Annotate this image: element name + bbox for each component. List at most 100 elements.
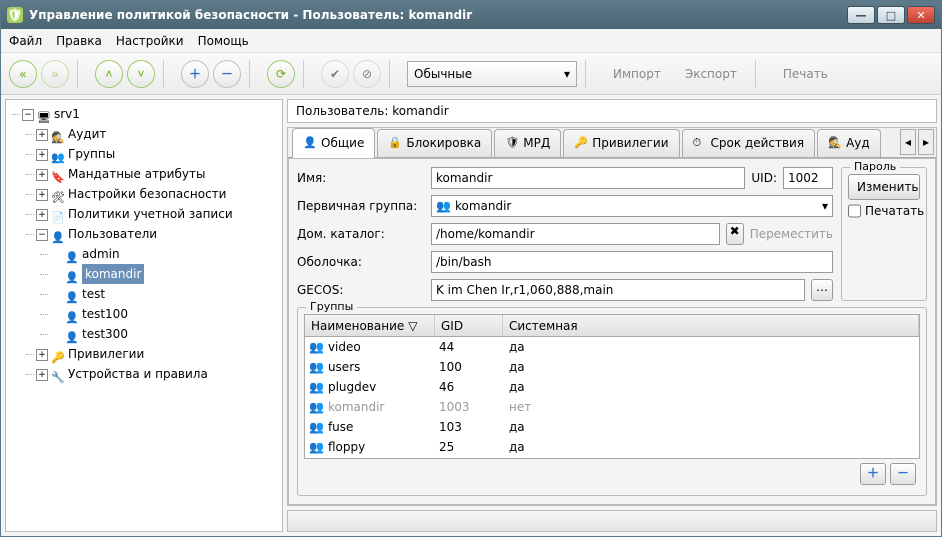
tree-node-account-policies[interactable]: +📄Политики учетной записи — [36, 204, 280, 224]
group-icon: 👥 — [309, 340, 324, 354]
table-row[interactable]: 👥plugdev46да — [305, 377, 919, 397]
tree-node-privileges[interactable]: +🔑Привилегии — [36, 344, 280, 364]
tree-node-devices[interactable]: +🔧Устройства и правила — [36, 364, 280, 384]
groups-icon: 👥 — [50, 148, 66, 162]
expander-icon[interactable]: + — [36, 369, 48, 381]
table-row[interactable]: 👥users100да — [305, 357, 919, 377]
menu-edit[interactable]: Правка — [56, 34, 102, 48]
user-icon: 👤 — [64, 248, 80, 262]
tree-node-mandatory[interactable]: +🔖Мандатные атрибуты — [36, 164, 280, 184]
menu-file[interactable]: Файл — [9, 34, 42, 48]
tab-privileges[interactable]: 🔑Привилегии — [563, 129, 679, 157]
tab-scroll-right[interactable]: ▸ — [918, 129, 934, 155]
menu-help[interactable]: Помощь — [198, 34, 249, 48]
filter-combo[interactable]: Обычные ▾ — [407, 61, 577, 87]
expander-icon[interactable]: + — [36, 169, 48, 181]
check-icon: ✔ — [330, 67, 340, 81]
tree-user-item[interactable]: 👤test300 — [50, 324, 280, 344]
group-add-button[interactable]: ＋ — [860, 463, 886, 485]
password-print-checkbox[interactable]: Печатать — [848, 204, 920, 218]
lock-icon: 🔒 — [388, 136, 402, 150]
password-change-button[interactable]: Изменить — [848, 174, 920, 200]
tab-scroll-left[interactable]: ◂ — [900, 129, 916, 155]
titlebar: 🛡 Управление политикой безопасности - По… — [1, 1, 941, 29]
home-input[interactable] — [431, 223, 720, 245]
groups-legend: Группы — [306, 300, 357, 313]
minimize-button[interactable]: — — [847, 6, 875, 24]
user-icon: 👤 — [303, 136, 317, 150]
move-button[interactable]: Переместить — [750, 227, 833, 241]
table-row[interactable]: 👥floppy25да — [305, 437, 919, 457]
expander-icon[interactable]: + — [36, 349, 48, 361]
sort-icon: ▽ — [408, 319, 417, 333]
refresh-button[interactable]: ⟳ — [267, 60, 295, 88]
tree-user-item[interactable]: 👤komandir — [50, 264, 280, 284]
cancel-icon: ⊘ — [362, 67, 372, 81]
shell-input[interactable] — [431, 251, 833, 273]
table-row[interactable]: 👥fuse103да — [305, 417, 919, 437]
table-row[interactable]: 👥video44да — [305, 337, 919, 357]
tree-user-item[interactable]: 👤test — [50, 284, 280, 304]
shell-label: Оболочка: — [297, 255, 425, 269]
form-general: Имя: UID: Первичная группа: 👥komandir▾ Д… — [288, 158, 936, 505]
refresh-icon: ⟳ — [276, 67, 286, 81]
gecos-input[interactable] — [431, 279, 805, 301]
uid-label: UID: — [751, 171, 777, 185]
group-remove-button[interactable]: － — [890, 463, 916, 485]
name-input[interactable] — [431, 167, 745, 189]
user-icon: 👤 — [64, 268, 80, 282]
maximize-button[interactable]: □ — [877, 6, 905, 24]
import-link[interactable]: Импорт — [613, 67, 661, 81]
group-icon: 👥 — [309, 400, 324, 414]
menu-settings[interactable]: Настройки — [116, 34, 184, 48]
remove-button[interactable]: － — [213, 60, 241, 88]
app-icon: 🛡 — [7, 7, 23, 23]
users-icon: 👤 — [50, 228, 66, 242]
col-name[interactable]: Наименование ▽ — [305, 315, 435, 336]
add-button[interactable]: ＋ — [181, 60, 209, 88]
tree-node-users[interactable]: −👤Пользователи 👤admin👤komandir👤test👤test… — [36, 224, 280, 344]
tab-general[interactable]: 👤Общие — [292, 128, 375, 158]
tree-node-groups[interactable]: +👥Группы — [36, 144, 280, 164]
close-button[interactable]: ✕ — [907, 6, 935, 24]
expander-icon[interactable]: + — [36, 189, 48, 201]
nav-back-button[interactable]: « — [9, 60, 37, 88]
col-sys[interactable]: Системная — [503, 315, 919, 336]
expander-icon[interactable]: + — [36, 149, 48, 161]
tab-audit[interactable]: 🕵Ауд — [817, 129, 881, 157]
nav-up-button[interactable]: ˄ — [95, 60, 123, 88]
dropdown-icon: ▾ — [564, 67, 570, 81]
filter-combo-label: Обычные — [414, 67, 472, 81]
home-clear-button[interactable]: ✖ — [726, 223, 744, 245]
tab-mrd[interactable]: 🛡МРД — [494, 129, 561, 157]
chevron-right-icon: » — [52, 67, 59, 81]
export-link[interactable]: Экспорт — [685, 67, 737, 81]
expander-icon[interactable]: + — [36, 129, 48, 141]
tree-user-item[interactable]: 👤test100 — [50, 304, 280, 324]
tree-node-audit[interactable]: +🕵Аудит — [36, 124, 280, 144]
expander-icon[interactable]: − — [36, 229, 48, 241]
tabstrip: 👤Общие 🔒Блокировка 🛡МРД 🔑Привилегии ⏱Сро… — [288, 128, 936, 158]
primary-group-combo[interactable]: 👥komandir▾ — [431, 195, 833, 217]
nav-forward-button: » — [41, 60, 69, 88]
tab-expiry[interactable]: ⏱Срок действия — [682, 129, 816, 157]
tree-node-security-settings[interactable]: +🛠Настройки безопасности — [36, 184, 280, 204]
tree-user-item[interactable]: 👤admin — [50, 244, 280, 264]
tab-blocking[interactable]: 🔒Блокировка — [377, 129, 492, 157]
col-gid[interactable]: GID — [435, 315, 503, 336]
dropdown-icon: ▾ — [822, 199, 828, 213]
print-link[interactable]: Печать — [783, 67, 828, 81]
expander-icon[interactable]: + — [36, 209, 48, 221]
table-row[interactable]: 👥komandir1003нет — [305, 397, 919, 417]
gecos-edit-button[interactable]: … — [811, 279, 833, 301]
group-icon: 👥 — [309, 420, 324, 434]
expander-icon[interactable]: − — [22, 109, 34, 121]
uid-input[interactable] — [783, 167, 833, 189]
password-legend: Пароль — [850, 160, 900, 173]
plus-icon: ＋ — [189, 65, 201, 82]
nav-down-button[interactable]: ˅ — [127, 60, 155, 88]
audit-icon: 🕵 — [50, 128, 66, 142]
window-title: Управление политикой безопасности - Поль… — [29, 8, 472, 22]
tree-root[interactable]: −🖥srv1 +🕵Аудит +👥Группы +🔖Мандатные атри… — [22, 104, 280, 384]
chevron-left-icon: « — [20, 67, 27, 81]
